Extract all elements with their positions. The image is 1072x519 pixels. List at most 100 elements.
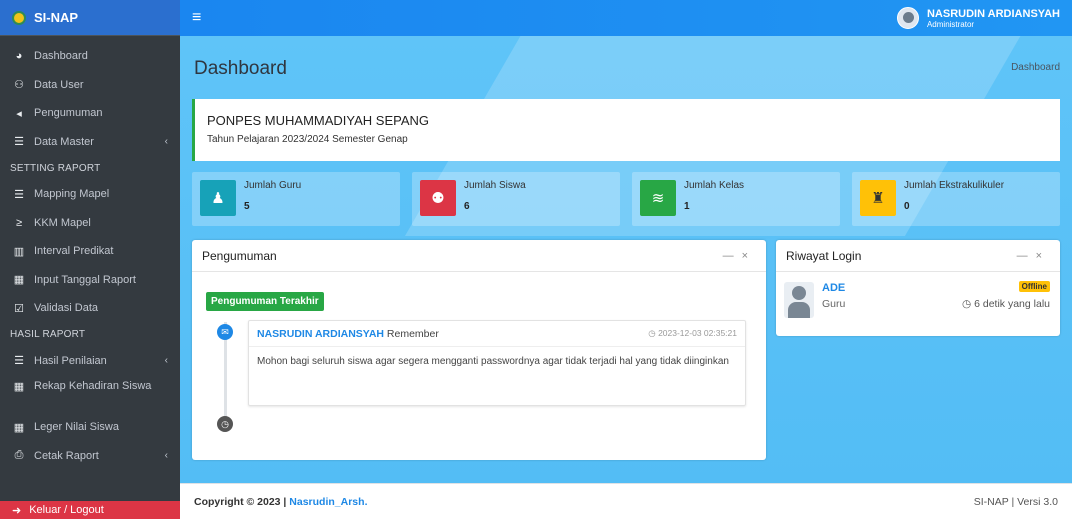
logout-button[interactable]: ➜ Keluar / Logout (0, 501, 180, 519)
sidebar-item-label: KKM Mapel (34, 216, 91, 229)
sidebar: SI-NAP ◕ Dashboard ⚇ Data User ◂ Pengumu… (0, 0, 180, 519)
timeline-item: NASRUDIN ARDIANSYAH Remember ◷ 2023-12-0… (248, 320, 746, 406)
latest-announcement-badge: Pengumuman Terakhir (206, 292, 324, 311)
sidebar-item-label: Dashboard (34, 50, 88, 63)
login-user-role: Guru (822, 298, 846, 310)
breadcrumb[interactable]: Dashboard (1011, 62, 1060, 73)
stat-jumlah-kelas: ≋ Jumlah Kelas 1 (632, 172, 840, 226)
user-menu[interactable]: NASRUDIN ARDIANSYAH Administrator (896, 7, 1060, 29)
collapse-icon[interactable]: — (723, 250, 742, 262)
login-time: ◷ 6 detik yang lalu (962, 298, 1050, 310)
menu-toggle-icon[interactable]: ≡ (192, 9, 201, 27)
stats-row: ♟ Jumlah Guru 5 ⚉ Jumlah Siswa 6 ≋ Jumlah … (192, 172, 1060, 226)
sidebar-item-label: Data Master (34, 135, 94, 148)
login-history-card: Riwayat Login —× ADE Guru Offline ◷ 6 de… (776, 240, 1060, 336)
announcement-action: Remember (386, 327, 439, 340)
sidebar-item-label: Validasi Data (34, 302, 98, 315)
sidebar-item-label: Hasil Penilaian (34, 354, 107, 367)
clock-icon: ◷ (217, 416, 233, 432)
sidebar-item-label: Interval Predikat (34, 245, 114, 258)
footer: Copyright © 2023 | Nasrudin_Arsh. SI-NAP… (180, 483, 1072, 519)
chevron-left-icon: ‹ (164, 136, 168, 148)
sidebar-nav: ◕ Dashboard ⚇ Data User ◂ Pengumuman ☰ D… (0, 36, 180, 470)
stat-value: 1 (684, 201, 690, 212)
brand-name: SI-NAP (34, 10, 79, 25)
announcement-header: Pengumuman —× (192, 240, 766, 272)
tachometer-icon: ◕ (15, 50, 23, 63)
sidebar-item-data-user[interactable]: ⚇ Data User (0, 71, 180, 100)
sidebar-item-cetak-raport[interactable]: ⎙ Cetak Raport ‹ (0, 442, 180, 471)
list-icon: ☰ (14, 355, 24, 368)
content-area: Dashboard Dashboard PONPES MUHAMMADIYAH … (180, 36, 1072, 483)
sidebar-item-label: Pengumuman (34, 107, 103, 120)
check-square-icon: ☑ (14, 302, 24, 315)
status-badge: Offline (1018, 281, 1050, 292)
sidebar-item-leger-nilai[interactable]: ▦ Leger Nilai Siswa (0, 413, 180, 442)
avatar (896, 7, 919, 29)
announcement-title: Pengumuman (202, 248, 277, 263)
stat-title: Jumlah Guru (244, 180, 302, 191)
list-icon: ☰ (14, 188, 24, 201)
clock-icon: ◷ (648, 328, 659, 338)
announcement-card: Pengumuman —× Pengumuman Terakhir ✉ NASR… (192, 240, 766, 460)
school-name: PONPES MUHAMMADIYAH SEPANG (207, 113, 429, 128)
database-icon: ☰ (14, 136, 24, 149)
sidebar-item-label: Cetak Raport (34, 449, 99, 462)
users-icon: ⚉ (420, 180, 456, 216)
login-history-title: Riwayat Login (786, 248, 862, 263)
footer-author-link[interactable]: Nasrudin_Arsh. (289, 496, 367, 508)
chalkboard-teacher-icon: ♟ (200, 180, 236, 216)
timeline-item-header: NASRUDIN ARDIANSYAH Remember ◷ 2023-12-0… (249, 321, 745, 347)
chevron-left-icon: ‹ (164, 450, 168, 462)
announcement-author[interactable]: NASRUDIN ARDIANSYAH (257, 328, 384, 340)
stat-value: 5 (244, 201, 250, 212)
sidebar-item-label: Leger Nilai Siswa (34, 421, 119, 434)
close-icon[interactable]: × (1036, 250, 1050, 262)
list-item: ADE Guru Offline ◷ 6 detik yang lalu (784, 280, 1050, 324)
columns-icon: ▥ (13, 245, 25, 258)
stat-title: Jumlah Kelas (684, 180, 745, 191)
logout-label: Keluar / Logout (29, 504, 104, 516)
layer-group-icon: ≋ (640, 180, 676, 216)
sidebar-item-data-master[interactable]: ☰ Data Master ‹ (0, 128, 180, 157)
stat-jumlah-guru: ♟ Jumlah Guru 5 (192, 172, 400, 226)
nav-header-hasil-raport: HASIL RAPORT (10, 329, 86, 340)
sidebar-item-input-tanggal-raport[interactable]: ▦ Input Tanggal Raport (0, 266, 180, 295)
greater-equal-icon: ≥ (15, 216, 23, 229)
stat-value: 6 (464, 201, 470, 212)
user-name: NASRUDIN ARDIANSYAH (926, 7, 1060, 20)
login-time-value: 6 detik yang lalu (974, 298, 1050, 310)
brand[interactable]: SI-NAP (0, 0, 180, 36)
sidebar-item-interval-predikat[interactable]: ▥ Interval Predikat (0, 237, 180, 266)
avatar (784, 282, 814, 318)
sidebar-item-label: Data User (34, 78, 84, 91)
sidebar-item-mapping-mapel[interactable]: ☰ Mapping Mapel (0, 180, 180, 209)
book-reader-icon: ♜ (860, 180, 896, 216)
nav-header-setting-raport: SETTING RAPORT (10, 162, 101, 174)
footer-version: SI-NAP | Versi 3.0 (973, 495, 1058, 508)
chevron-left-icon: ‹ (164, 355, 168, 367)
sidebar-item-label: Input Tanggal Raport (34, 273, 136, 286)
sidebar-item-pengumuman[interactable]: ◂ Pengumuman (0, 99, 180, 128)
sidebar-item-hasil-penilaian[interactable]: ☰ Hasil Penilaian ‹ (0, 347, 180, 376)
topbar: ≡ NASRUDIN ARDIANSYAH Administrator (180, 0, 1072, 36)
stat-title: Jumlah Siswa (464, 180, 526, 191)
close-icon[interactable]: × (742, 250, 756, 262)
sidebar-item-validasi-data[interactable]: ☑ Validasi Data (0, 294, 180, 323)
print-icon: ⎙ (14, 449, 24, 462)
login-history-header: Riwayat Login —× (776, 240, 1060, 272)
footer-copyright: Copyright © 2023 | Nasrudin_Arsh. (194, 496, 367, 508)
collapse-icon[interactable]: — (1017, 250, 1036, 262)
stat-value: 0 (904, 201, 910, 212)
stat-jumlah-ekstrakulikuler: ♜ Jumlah Ekstrakulikuler 0 (852, 172, 1060, 226)
sidebar-item-dashboard[interactable]: ◕ Dashboard (0, 42, 180, 71)
school-info-card: PONPES MUHAMMADIYAH SEPANG Tahun Pelajar… (192, 99, 1060, 161)
sidebar-item-kkm-mapel[interactable]: ≥ KKM Mapel (0, 209, 180, 238)
clock-icon: ◷ (962, 298, 975, 310)
login-user-name[interactable]: ADE (822, 282, 845, 294)
sidebar-item-rekap-kehadiran[interactable]: ▦ Rekap Kehadiran Siswa (0, 375, 180, 413)
copyright-text: Copyright © 2023 | (194, 495, 287, 508)
bullhorn-icon: ◂ (16, 107, 22, 120)
announcement-time: ◷ 2023-12-03 02:35:21 (648, 328, 737, 339)
sidebar-item-label: Rekap Kehadiran Siswa (34, 380, 152, 392)
